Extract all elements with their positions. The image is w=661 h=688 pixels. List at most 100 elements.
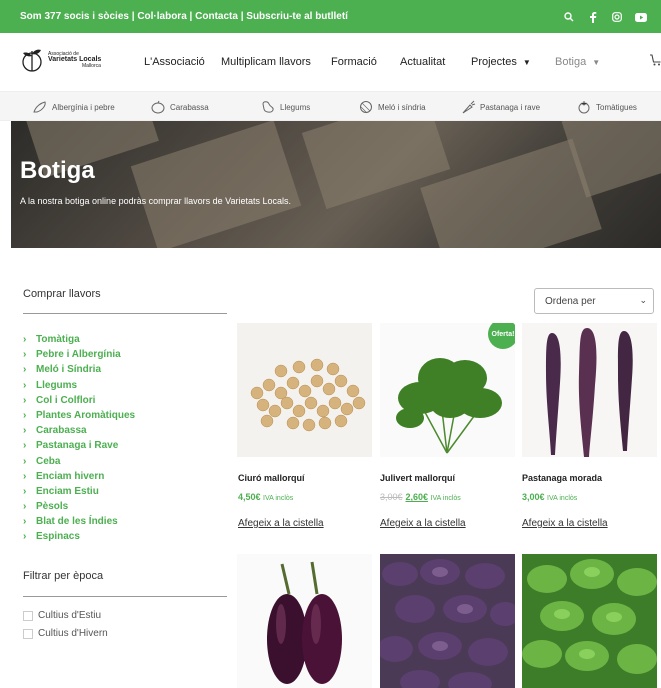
members-link[interactable]: Som 377 socis i sòcies — [20, 11, 129, 22]
category-label: Plantes Aromàtiques — [36, 409, 136, 421]
nav-formacio[interactable]: Formació — [331, 56, 377, 68]
logo-line3: Mallorca — [82, 63, 101, 69]
sort-select[interactable]: Ordena per ⌄ — [534, 288, 654, 314]
filter-label: Cultius d'Estiu — [38, 610, 102, 621]
logo-text: Associació de Varietats Locals Mallorca — [48, 51, 101, 69]
category-list-item[interactable]: › Col i Colflori — [23, 393, 135, 408]
category-list-item[interactable]: › Ceba — [23, 454, 135, 469]
category-list-item[interactable]: › Pebre i Albergínia — [23, 347, 135, 362]
category-strip-item[interactable]: Pastanaga i rave — [460, 100, 540, 114]
category-strip-item[interactable]: Llegums — [260, 100, 310, 114]
category-list-item[interactable]: › Carabassa — [23, 423, 135, 438]
category-list-item[interactable]: › Enciam hivern — [23, 469, 135, 484]
add-to-cart-link[interactable]: Afegeix a la cistella — [238, 518, 324, 529]
facebook-icon[interactable] — [585, 9, 601, 25]
nav-multiplicam[interactable]: Multiplicam llavors — [221, 56, 311, 68]
category-list-item[interactable]: › Espinacs — [23, 529, 135, 544]
divider — [23, 596, 227, 597]
filter-summer[interactable]: Cultius d'Estiu — [23, 610, 101, 621]
subscribe-link[interactable]: Subscriu-te al butlletí — [246, 11, 348, 22]
filter-label: Cultius d'Hivern — [38, 628, 108, 639]
purple-carrots-image — [546, 328, 633, 457]
category-label: Pebre i Albergínia — [36, 349, 121, 361]
category-list-item[interactable]: › Llegums — [23, 378, 135, 393]
product-name[interactable]: Pastanaga morada — [522, 473, 602, 483]
category-label: Carabassa — [36, 425, 87, 437]
category-strip-item[interactable]: Albergínia i pebre — [32, 100, 115, 114]
product-image[interactable] — [522, 323, 657, 457]
checkbox[interactable] — [23, 628, 33, 639]
product-image[interactable]: Oferta! — [380, 323, 515, 457]
category-label: Pastanaga i Rave — [36, 440, 119, 452]
search-icon[interactable] — [561, 9, 577, 25]
product-image[interactable] — [522, 554, 657, 688]
category-strip-label: Tomàtigues — [596, 102, 637, 112]
chevron-down-icon: ▼ — [522, 58, 531, 67]
category-strip-label: Carabassa — [170, 102, 209, 112]
divider — [23, 313, 227, 314]
category-strip-label: Llegums — [280, 102, 311, 112]
product-image[interactable] — [380, 554, 515, 688]
nav-associacio[interactable]: L'Associació — [144, 56, 205, 68]
product-image[interactable] — [237, 554, 372, 688]
category-strip-item[interactable]: Tomàtigues — [576, 100, 637, 114]
site-logo[interactable]: Associació de Varietats Locals Mallorca — [20, 45, 120, 81]
nav-botiga[interactable]: Botiga ▼ — [555, 56, 600, 68]
category-label: Pèsols — [36, 501, 69, 513]
page-title: Botiga — [20, 157, 95, 184]
category-list-item[interactable]: › Pastanaga i Rave — [23, 438, 135, 453]
youtube-icon[interactable] — [633, 9, 649, 25]
category-strip: Albergínia i pebre Carabassa Llegums Mel… — [0, 91, 661, 121]
nav-actualitat[interactable]: Actualitat — [400, 56, 445, 68]
category-list-item[interactable]: › Blat de les Índies — [23, 514, 135, 529]
chevron-right-icon: › — [23, 485, 27, 497]
category-list-item[interactable]: › Pèsols — [23, 499, 135, 514]
bean-icon — [262, 101, 274, 113]
sale-badge: Oferta! — [488, 323, 515, 349]
category-list-item[interactable]: › Plantes Aromàtiques — [23, 408, 135, 423]
category-label: Col i Colflori — [36, 394, 96, 406]
category-label: Blat de les Índies — [36, 516, 118, 528]
product-image[interactable] — [237, 323, 372, 457]
category-label: Ceba — [36, 455, 61, 467]
category-list: › Tomàtiga › Pebre i Albergínia › Meló i Sínd… — [23, 332, 135, 545]
nav-botiga-label: Botiga — [555, 56, 587, 68]
checkbox[interactable] — [23, 610, 33, 621]
price-value: 4,50€ — [238, 492, 261, 502]
category-list-item[interactable]: › Enciam Estiu — [23, 484, 135, 499]
page-subtitle: A la nostra botiga online podràs comprar… — [20, 196, 291, 206]
chevron-right-icon: › — [23, 470, 27, 482]
main-nav: Associació de Varietats Locals Mallorca … — [0, 33, 661, 91]
category-label: Enciam Estiu — [36, 485, 99, 497]
logo-seed-icon — [22, 49, 42, 72]
hero-overlay — [11, 121, 661, 248]
nav-projectes-label: Projectes — [471, 56, 517, 68]
category-list-item[interactable]: › Meló i Síndria — [23, 362, 135, 377]
contacta-link[interactable]: Contacta — [195, 11, 238, 22]
product-name[interactable]: Julivert mallorquí — [380, 473, 455, 483]
instagram-icon[interactable] — [609, 9, 625, 25]
category-strip-item[interactable]: Carabassa — [150, 100, 209, 114]
category-strip-item[interactable]: Meló i síndria — [358, 100, 426, 114]
tax-note: IVA inclòs — [263, 495, 294, 502]
product-name[interactable]: Ciuró mallorquí — [238, 473, 305, 483]
separator: | — [186, 11, 196, 22]
chevron-right-icon: › — [23, 425, 27, 437]
add-to-cart-link[interactable]: Afegeix a la cistella — [522, 518, 608, 529]
hero-banner: Botiga A la nostra botiga online podràs … — [11, 121, 661, 248]
tax-note: IVA inclòs — [547, 495, 578, 502]
chevron-right-icon: › — [23, 349, 27, 361]
old-price: 3,00€ — [380, 492, 403, 502]
nav-projectes[interactable]: Projectes ▼ — [471, 56, 531, 68]
cart-icon[interactable] — [650, 53, 661, 71]
category-list-item[interactable]: › Tomàtiga — [23, 332, 135, 347]
filter-winter[interactable]: Cultius d'Hivern — [23, 628, 108, 639]
purple-basil-image — [380, 559, 515, 688]
category-label: Enciam hivern — [36, 470, 105, 482]
category-label: Meló i Síndria — [36, 364, 102, 376]
product-price: 3,00€ IVA inclòs — [522, 492, 577, 502]
collabora-link[interactable]: Col·labora — [137, 11, 186, 22]
chevron-right-icon: › — [23, 409, 27, 421]
chevron-right-icon: › — [23, 516, 27, 528]
add-to-cart-link[interactable]: Afegeix a la cistella — [380, 518, 466, 529]
